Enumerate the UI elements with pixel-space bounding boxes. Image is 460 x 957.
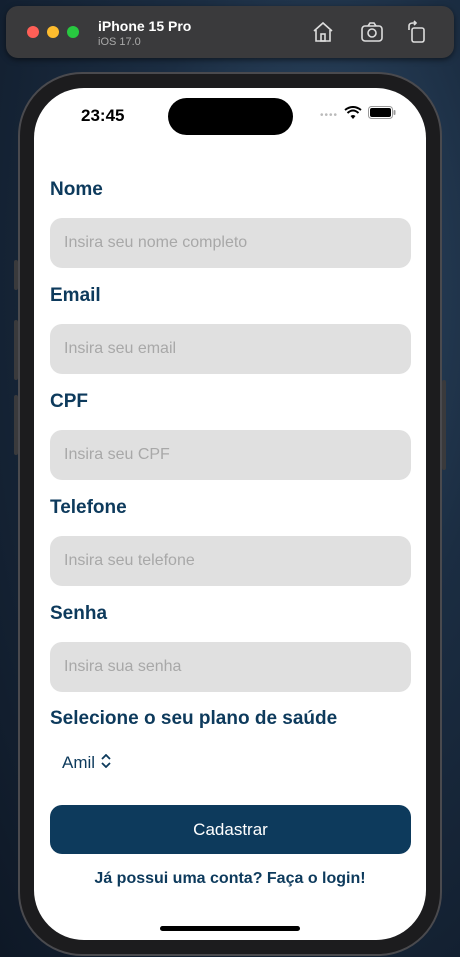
action-button: [14, 260, 18, 290]
os-version: iOS 17.0: [98, 36, 141, 48]
cpf-input[interactable]: [50, 430, 411, 480]
rotate-icon[interactable]: [405, 20, 429, 44]
login-link[interactable]: Já possui uma conta? Faça o login!: [34, 870, 426, 888]
close-window-button[interactable]: [27, 26, 39, 38]
email-input[interactable]: [50, 324, 411, 374]
status-icons: ••••: [319, 105, 396, 125]
power-button: [442, 380, 446, 470]
phone-screen: 23:45 •••• Nome Email CPF Telefone Senha…: [34, 88, 426, 940]
email-label: Email: [50, 285, 101, 306]
password-label: Senha: [50, 603, 108, 624]
health-plan-picker[interactable]: Amil: [62, 753, 111, 773]
home-indicator: [160, 926, 300, 931]
health-plan-label: Selecione o seu plano de saúde: [50, 708, 338, 729]
battery-icon: [368, 106, 396, 124]
signal-dots: ••••: [319, 109, 338, 121]
health-plan-value: Amil: [62, 753, 96, 772]
status-time: 23:45: [81, 106, 125, 125]
register-button[interactable]: Cadastrar: [50, 805, 411, 854]
name-label: Nome: [50, 179, 103, 200]
volume-up-button: [14, 320, 18, 380]
chevron-up-down-icon: [101, 753, 111, 773]
simulator-toolbar: iPhone 15 Pro iOS 17.0: [6, 6, 454, 58]
device-name: iPhone 15 Pro: [98, 18, 192, 34]
home-icon[interactable]: [311, 20, 335, 44]
zoom-window-button[interactable]: [67, 26, 79, 38]
name-input[interactable]: [50, 218, 411, 268]
screenshot-icon[interactable]: [360, 20, 384, 44]
password-input[interactable]: [50, 642, 411, 692]
minimize-window-button[interactable]: [47, 26, 59, 38]
dynamic-island: [168, 98, 293, 135]
phone-input[interactable]: [50, 536, 411, 586]
cpf-label: CPF: [50, 391, 88, 412]
phone-label: Telefone: [50, 497, 127, 518]
wifi-icon: [344, 105, 362, 125]
volume-down-button: [14, 395, 18, 455]
